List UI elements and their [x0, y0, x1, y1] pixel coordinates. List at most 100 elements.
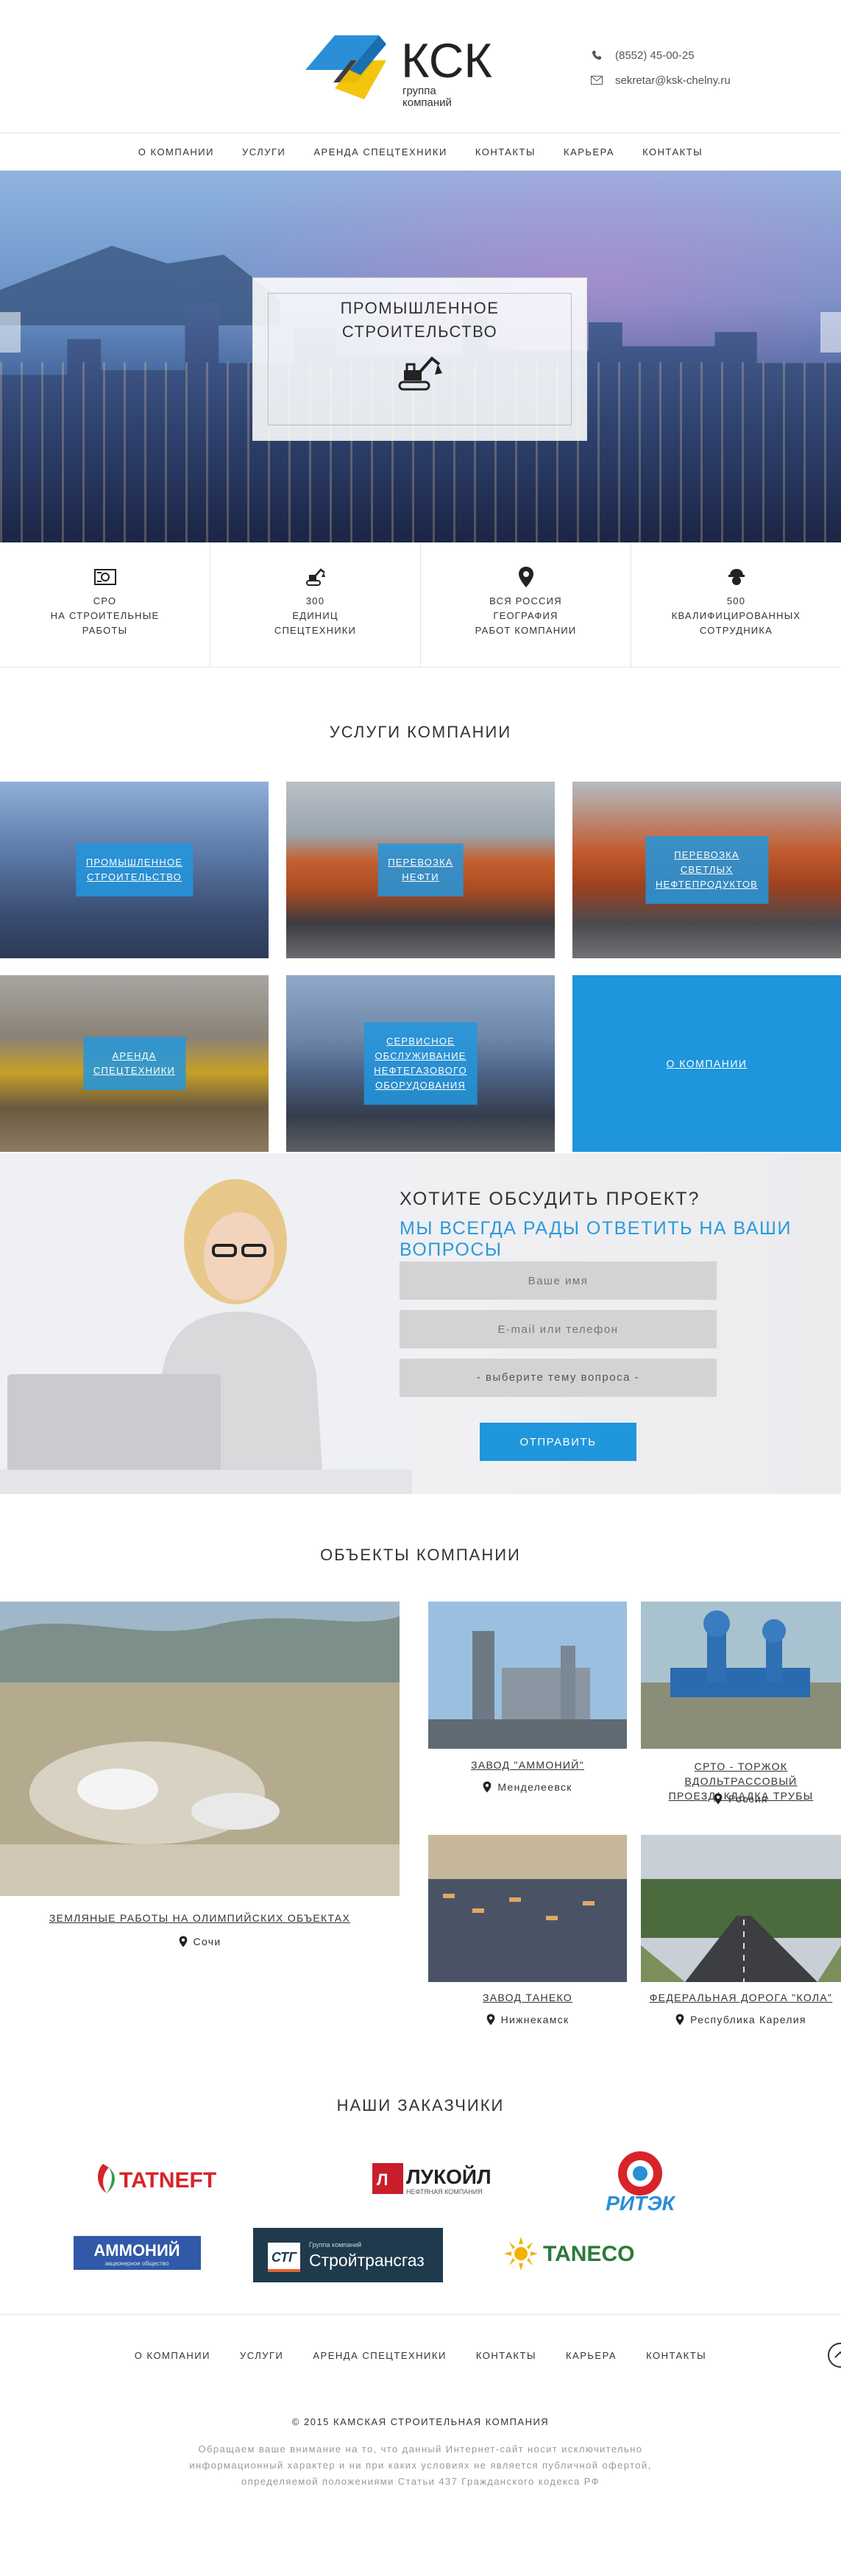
- hero-background-mountains: [0, 246, 280, 325]
- object-caption-kola[interactable]: ФЕДЕРАЛЬНАЯ ДОРОГА "КОЛА": [641, 1992, 841, 2003]
- svg-text:Л: Л: [377, 2170, 388, 2189]
- footer-nav-about[interactable]: О КОМПАНИИ: [135, 2350, 210, 2361]
- contact-input[interactable]: [400, 1310, 717, 1348]
- svg-text:компаний: компаний: [402, 96, 452, 109]
- map-pin-icon: [714, 1793, 723, 1805]
- object-image-torzhok[interactable]: [641, 1602, 841, 1749]
- client-logo-taneco[interactable]: TANECO: [500, 2234, 647, 2274]
- client-logo-lukoil[interactable]: Л ЛУКОЙЛ НЕФТЯНАЯ КОМПАНИЯ: [368, 2155, 515, 2203]
- footer-nav-contacts[interactable]: КОНТАКТЫ: [476, 2350, 536, 2361]
- contact-form-section: ХОТИТЕ ОБСУДИТЬ ПРОЕКТ? МЫ ВСЕГДА РАДЫ О…: [0, 1153, 841, 1494]
- footer-nav-contacts-2[interactable]: КОНТАКТЫ: [646, 2350, 706, 2361]
- services-title: УСЛУГИ КОМПАНИИ: [329, 723, 512, 741]
- header-contacts: (8552) 45-00-25 sekretar@ksk-chelny.ru: [589, 43, 731, 93]
- email-link[interactable]: sekretar@ksk-chelny.ru: [615, 74, 731, 87]
- consultant-photo: [0, 1153, 412, 1494]
- phone-icon: [589, 50, 605, 60]
- cta-subtitle: МЫ ВСЕГДА РАДЫ ОТВЕТИТЬ НА ВАШИ ВОПРОСЫ: [400, 1218, 792, 1260]
- legal-disclaimer: Обращаем ваше внимание на то, что данный…: [189, 2444, 652, 2487]
- nav-item-about[interactable]: О КОМПАНИИ: [138, 146, 214, 158]
- svg-text:НЕФТЯНАЯ КОМПАНИЯ: НЕФТЯНАЯ КОМПАНИЯ: [406, 2188, 483, 2195]
- object-image-taneco[interactable]: [428, 1835, 627, 1982]
- stat-employees: 500 КВАЛИФИЦИРОВАННЫХ СОТРУДНИКА: [631, 542, 841, 667]
- footer-nav-career[interactable]: КАРЬЕРА: [566, 2350, 617, 2361]
- service-card-rental[interactable]: АРЕНДА СПЕЦТЕХНИКИ: [0, 975, 269, 1152]
- logo-mark: КСК группа компаний: [305, 33, 492, 109]
- object-image-ammoniy[interactable]: [428, 1602, 627, 1749]
- nav-item-contacts-2[interactable]: КОНТАКТЫ: [642, 146, 703, 158]
- object-image-sochi[interactable]: [0, 1602, 400, 1896]
- service-card-construction[interactable]: ПРОМЫШЛЕННОЕ СТРОИТЕЛЬСТВО: [0, 782, 269, 958]
- object-caption-ammoniy[interactable]: ЗАВОД "АММОНИЙ": [428, 1759, 627, 1771]
- copyright: © 2015 КАМСКАЯ СТРОИТЕЛЬНАЯ КОМПАНИЯ: [291, 2416, 550, 2427]
- svg-text:РИТЭК: РИТЭК: [606, 2192, 675, 2215]
- svg-text:ЛУКОЙЛ: ЛУКОЙЛ: [406, 2165, 492, 2188]
- svg-text:Стройтрансгаз: Стройтрансгаз: [309, 2251, 425, 2270]
- svg-text:группа: группа: [402, 85, 436, 97]
- cta-title: ХОТИТЕ ОБСУДИТЬ ПРОЕКТ?: [400, 1189, 700, 1209]
- submit-button[interactable]: ОТПРАВИТЬ: [480, 1423, 636, 1461]
- client-logo-ammoniy[interactable]: АММОНИЙ акционерное общество: [74, 2236, 201, 2270]
- slider-prev-arrow[interactable]: [0, 312, 21, 353]
- object-location-torzhok: Россия: [641, 1793, 841, 1805]
- nav-item-services[interactable]: УСЛУГИ: [242, 146, 285, 158]
- object-location-ammoniy: Менделеевск: [428, 1781, 627, 1793]
- footer-nav-rental[interactable]: АРЕНДА СПЕЦТЕХНИКИ: [313, 2350, 446, 2361]
- client-logo-tatneft[interactable]: TATNEFT: [88, 2153, 250, 2204]
- nav-item-rental[interactable]: АРЕНДА СПЕЦТЕХНИКИ: [313, 146, 447, 158]
- map-pin-icon: [421, 566, 631, 588]
- nav-item-career[interactable]: КАРЬЕРА: [564, 146, 614, 158]
- hero-caption-box[interactable]: ПРОМЫШЛЕННОЕ СТРОИТЕЛЬСТВО: [252, 277, 587, 441]
- footer-nav-services[interactable]: УСЛУГИ: [240, 2350, 283, 2361]
- stat-geography: ВСЯ РОССИЯ ГЕОГРАФИЯ РАБОТ КОМПАНИИ: [421, 542, 631, 667]
- service-link-oil-transport[interactable]: ПЕРЕВОЗКА НЕФТИ: [377, 843, 464, 896]
- map-pin-icon: [486, 2014, 494, 2025]
- scroll-top-button[interactable]: [828, 2343, 841, 2368]
- object-location-kola: Республика Карелия: [641, 2014, 841, 2025]
- svg-text:TATNEFT: TATNEFT: [119, 2168, 216, 2193]
- phone-number[interactable]: (8552) 45-00-25: [615, 49, 695, 62]
- object-image-kola[interactable]: [641, 1835, 841, 1982]
- object-location-taneco: Нижнекамск: [428, 2014, 627, 2025]
- client-logo-stroytransgaz[interactable]: СТГ Группа компаний Стройтрансгаз: [253, 2228, 443, 2282]
- map-pin-icon: [179, 1936, 187, 1947]
- map-pin-icon: [483, 1781, 492, 1793]
- svg-text:СТГ: СТГ: [272, 2250, 297, 2265]
- worker-icon: [631, 566, 841, 588]
- slider-next-arrow[interactable]: [820, 312, 841, 353]
- envelope-icon: [589, 76, 605, 85]
- company-logo[interactable]: КСК группа компаний: [305, 29, 526, 110]
- svg-text:Группа компаний: Группа компаний: [309, 2241, 361, 2248]
- nav-item-contacts[interactable]: КОНТАКТЫ: [475, 146, 536, 158]
- service-card-oil-transport[interactable]: ПЕРЕВОЗКА НЕФТИ: [286, 782, 555, 958]
- hero-caption-frame: [268, 293, 572, 425]
- svg-text:акционерное общество: акционерное общество: [105, 2260, 169, 2267]
- certificate-icon: [0, 566, 210, 588]
- service-card-maintenance[interactable]: СЕРВИСНОЕ ОБСЛУЖИВАНИЕ НЕФТЕГАЗОВОГО ОБО…: [286, 975, 555, 1152]
- object-caption-sochi[interactable]: ЗЕМЛЯНЫЕ РАБОТЫ НА ОЛИМПИЙСКИХ ОБЪЕКТАХ: [0, 1912, 400, 1924]
- service-link-construction[interactable]: ПРОМЫШЛЕННОЕ СТРОИТЕЛЬСТВО: [75, 843, 194, 896]
- about-company-link[interactable]: О КОМПАНИИ: [572, 975, 841, 1152]
- hero-slider: ПРОМЫШЛЕННОЕ СТРОИТЕЛЬСТВО: [0, 171, 841, 542]
- object-location-sochi: Сочи: [0, 1936, 400, 1947]
- clients-title: НАШИ ЗАКАЗЧИКИ: [336, 2096, 505, 2115]
- service-card-light-products[interactable]: ПЕРЕВОЗКА СВЕТЛЫХ НЕФТЕПРОДУКТОВ: [572, 782, 841, 958]
- svg-text:АММОНИЙ: АММОНИЙ: [93, 2241, 180, 2260]
- service-link-light-products[interactable]: ПЕРЕВОЗКА СВЕТЛЫХ НЕФТЕПРОДУКТОВ: [645, 836, 769, 904]
- name-input[interactable]: [400, 1262, 717, 1300]
- service-link-rental[interactable]: АРЕНДА СПЕЦТЕХНИКИ: [82, 1037, 186, 1090]
- topic-select[interactable]: - выберите тему вопроса -: [400, 1359, 717, 1397]
- service-card-about[interactable]: О КОМПАНИИ: [572, 975, 841, 1152]
- client-logo-ritek[interactable]: РИТЭК: [596, 2145, 684, 2215]
- service-link-maintenance[interactable]: СЕРВИСНОЕ ОБСЛУЖИВАНИЕ НЕФТЕГАЗОВОГО ОБО…: [363, 1022, 478, 1105]
- main-nav: О КОМПАНИИ УСЛУГИ АРЕНДА СПЕЦТЕХНИКИ КОН…: [0, 132, 841, 171]
- footer-nav: О КОМПАНИИ УСЛУГИ АРЕНДА СПЕЦТЕХНИКИ КОН…: [0, 2344, 841, 2366]
- stat-machinery: 300 ЕДИНИЦ СПЕЦТЕХНИКИ: [210, 542, 421, 667]
- objects-title: ОБЪЕКТЫ КОМПАНИИ: [320, 1546, 521, 1564]
- stats-bar: СРО НА СТРОИТЕЛЬНЫЕ РАБОТЫ 300 ЕДИНИЦ СП…: [0, 542, 841, 668]
- logo-text: КСК: [401, 33, 492, 88]
- svg-text:TANECO: TANECO: [543, 2242, 634, 2266]
- excavator-icon: [210, 566, 420, 588]
- chevron-up-icon: [834, 2351, 841, 2358]
- object-caption-taneco[interactable]: ЗАВОД ТАНЕКО: [428, 1992, 627, 2003]
